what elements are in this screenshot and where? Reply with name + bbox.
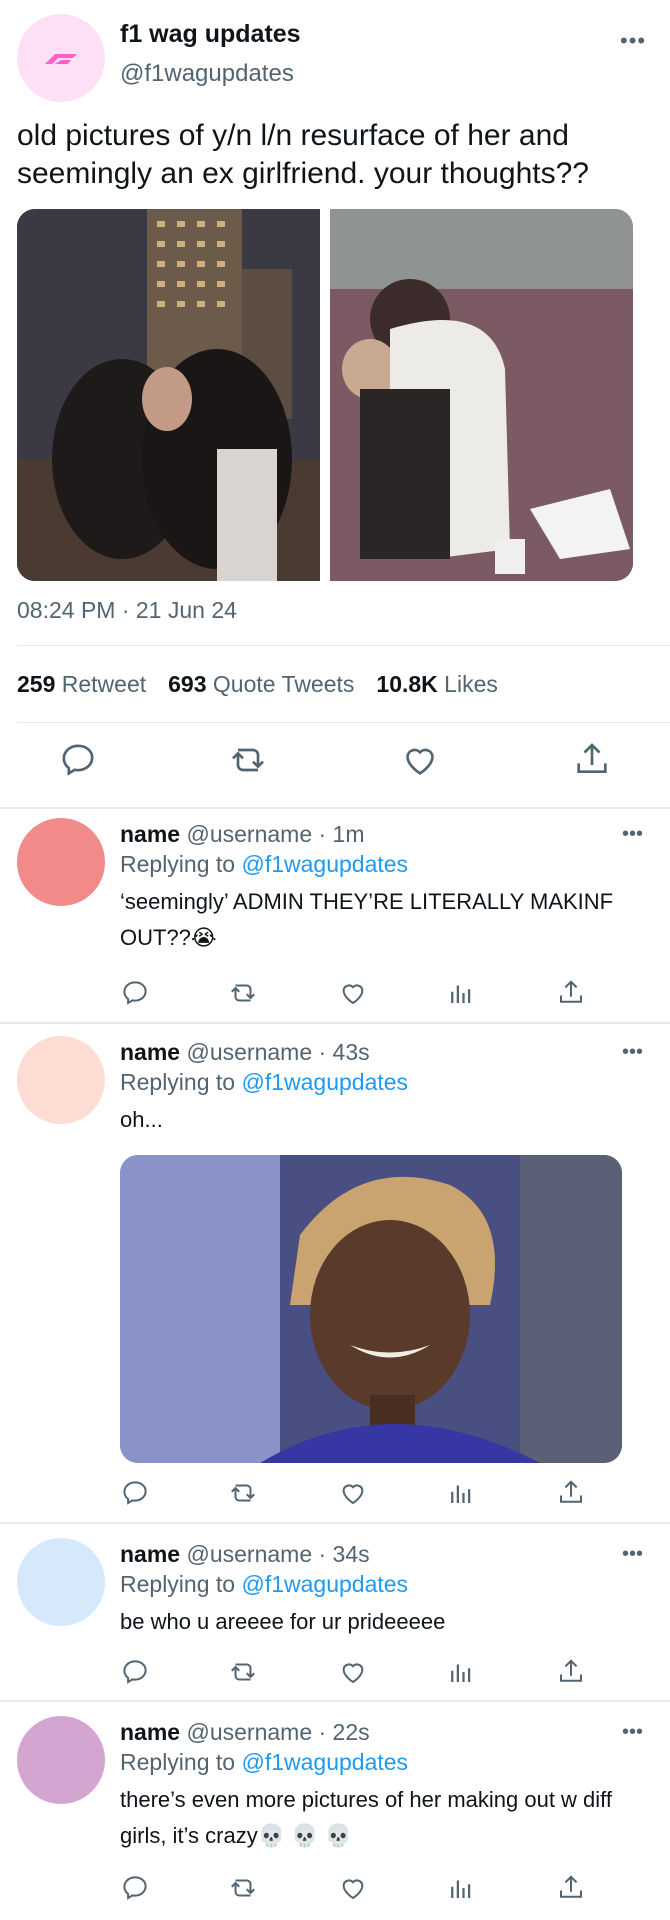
reply-avatar[interactable] <box>17 1716 105 1804</box>
reply-icon[interactable] <box>120 1873 150 1903</box>
reply-author-name: name <box>120 1719 181 1745</box>
replying-to: Replying to @f1wagupdates <box>120 1749 408 1776</box>
like-icon[interactable] <box>338 1873 368 1903</box>
share-icon[interactable] <box>556 1873 586 1903</box>
reply-meta: @username · 22s <box>186 1719 370 1745</box>
reply-text: there’s even more pictures of her making… <box>120 1787 612 1848</box>
more-options-icon[interactable]: ••• <box>622 1721 643 1744</box>
replying-to-prefix: Replying to <box>120 1749 236 1775</box>
reply-header[interactable]: name @username · 22s <box>120 1719 370 1746</box>
analytics-icon[interactable] <box>446 1873 476 1903</box>
replying-to-handle[interactable]: @f1wagupdates <box>241 1749 408 1775</box>
reply-tweet: name @username · 22s ••• Replying to @f1… <box>0 0 670 1920</box>
retweet-icon[interactable] <box>228 1873 258 1903</box>
reply-action-bar <box>120 1873 590 1907</box>
